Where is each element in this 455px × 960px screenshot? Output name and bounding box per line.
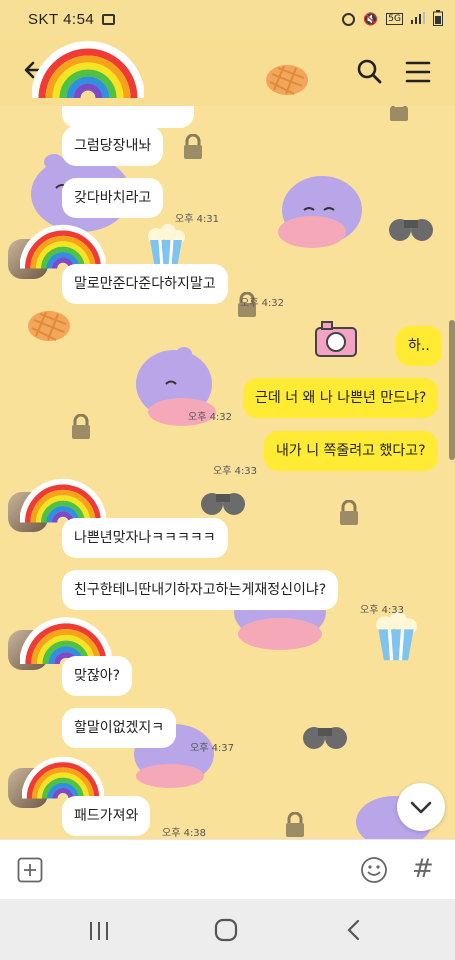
message-bubble[interactable]: 패드가져와 [62,796,151,836]
status-bar: SKT 4:54 🔇 5G [0,0,455,38]
chat-header [0,38,455,106]
status-icons: 🔇 5G [342,9,443,29]
message-bubble[interactable]: 말로만준다준다하지말고 [62,264,228,304]
search-button[interactable] [356,58,382,84]
emoji-icon [361,857,387,883]
rainbow-sticker [32,41,144,99]
lock-icon [184,134,202,159]
message-input-bar[interactable]: # [0,839,455,899]
popcorn-sticker [376,611,417,661]
binoculars-sticker [201,493,245,515]
message-bubble-cut [62,106,194,128]
network-badge: 5G [386,13,403,25]
menu-button[interactable] [405,60,431,84]
plus-icon [17,857,43,883]
message-bubble[interactable]: 갖다바치라고 [62,178,164,218]
menu-icon [405,61,431,83]
lock-icon [340,500,358,525]
melon-bread-sticker [266,65,308,95]
gallery-icon [102,13,116,25]
message-time: 오후 4:32 [240,298,285,309]
message-time: 오후 4:31 [175,214,220,225]
message-bubble[interactable]: 할말이없겠지ㅋ [62,708,177,748]
message-bubble[interactable]: 그럼당장내놔 [62,126,164,166]
recents-button[interactable] [88,921,110,941]
message-bubble[interactable]: 나쁜년맞자나ㅋㅋㅋㅋㅋ [62,518,228,558]
system-back-icon [347,919,360,941]
lock-icon [286,812,304,837]
message-time: 오후 4:33 [360,605,405,616]
search-icon [357,59,382,84]
battery-icon [433,9,443,29]
melon-bread-sticker [28,311,70,341]
binoculars-sticker [389,219,433,241]
rainbow-sticker [22,756,104,799]
emoji-button[interactable] [360,856,388,884]
message-time: 오후 4:37 [190,743,235,754]
system-back-button[interactable] [345,919,361,941]
message-bubble-mine[interactable]: 하.. [396,326,442,366]
lock-icon [390,106,408,121]
recents-icon [90,922,108,940]
binoculars-sticker [303,727,347,749]
hashtag-button[interactable]: # [412,854,436,884]
chevron-down-icon [410,801,432,814]
camera-sticker [315,321,357,357]
scroll-to-bottom-button[interactable] [397,783,445,831]
signal-icon [411,11,425,27]
home-button[interactable] [214,918,238,942]
alarm-icon [342,12,356,26]
system-nav-bar [0,899,455,960]
message-bubble-mine[interactable]: 내가 니 쪽줄려고 했다고? [264,431,438,471]
scroll-indicator[interactable] [449,320,455,460]
carrier-time: SKT 4:54 [28,10,95,28]
message-time: 오후 4:33 [213,466,258,477]
chat-area[interactable]: 그럼당장내놔 갖다바치라고 오후 4:31 말로만준다준다하지말고 오후 4:3… [0,106,455,839]
mute-icon: 🔇 [363,12,379,26]
message-bubble[interactable]: 친구한테니딴내기하자고하는게재정신이냐? [62,570,339,610]
message-bubble-mine[interactable]: 근데 너 왜 나 나쁜년 만드냐? [243,378,439,418]
hippo-sticker [278,176,362,248]
lock-icon [72,414,90,439]
attach-button[interactable] [17,857,43,883]
message-time: 오후 4:38 [162,828,207,839]
message-bubble[interactable]: 맞잖아? [62,656,133,696]
popcorn-sticker [148,224,185,268]
message-time: 오후 4:32 [188,412,233,423]
home-icon [214,918,238,942]
